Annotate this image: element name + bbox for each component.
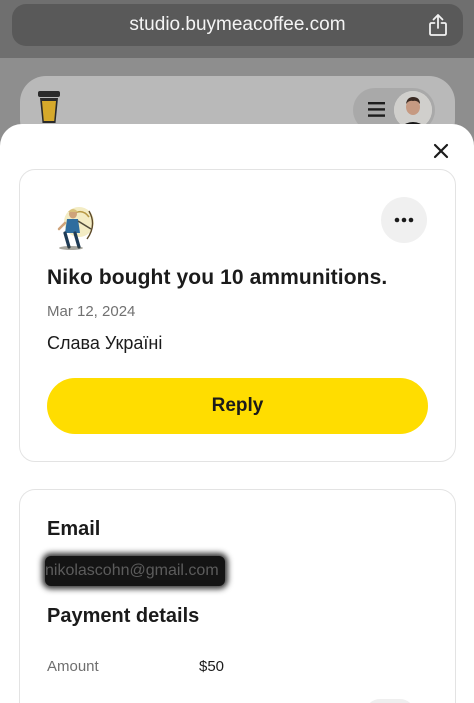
reply-button[interactable]: Reply [47,378,428,434]
email-value-text: nikolascohn@gmail.com [45,562,219,579]
support-card: Niko bought you 10 ammunitions. Mar 12, … [19,169,456,462]
amount-label: Amount [47,658,99,675]
email-heading: Email [47,518,101,540]
email-value-redacted: nikolascohn@gmail.com [45,556,225,586]
browser-bar: studio.buymeacoffee.com [0,0,474,58]
coffee-cup-icon[interactable] [37,89,61,125]
support-message: Слава Україні [47,333,163,353]
more-options-button[interactable] [381,197,427,243]
support-title: Niko bought you 10 ammunitions. [47,266,388,289]
support-detail-sheet: Niko bought you 10 ammunitions. Mar 12, … [0,124,474,703]
cut-off-badge [365,699,415,703]
address-bar[interactable]: studio.buymeacoffee.com [12,4,463,46]
share-icon[interactable] [427,13,449,37]
close-icon[interactable] [432,142,450,160]
ellipsis-icon [394,217,414,223]
url-text[interactable]: studio.buymeacoffee.com [12,4,463,46]
supporter-details-card: Email nikolascohn@gmail.com Payment deta… [19,489,456,703]
supporter-avatar [57,207,94,250]
payment-details-heading: Payment details [47,605,200,627]
hamburger-icon[interactable] [368,102,385,117]
support-date: Mar 12, 2024 [47,303,136,320]
amount-value: $50 [199,658,225,675]
